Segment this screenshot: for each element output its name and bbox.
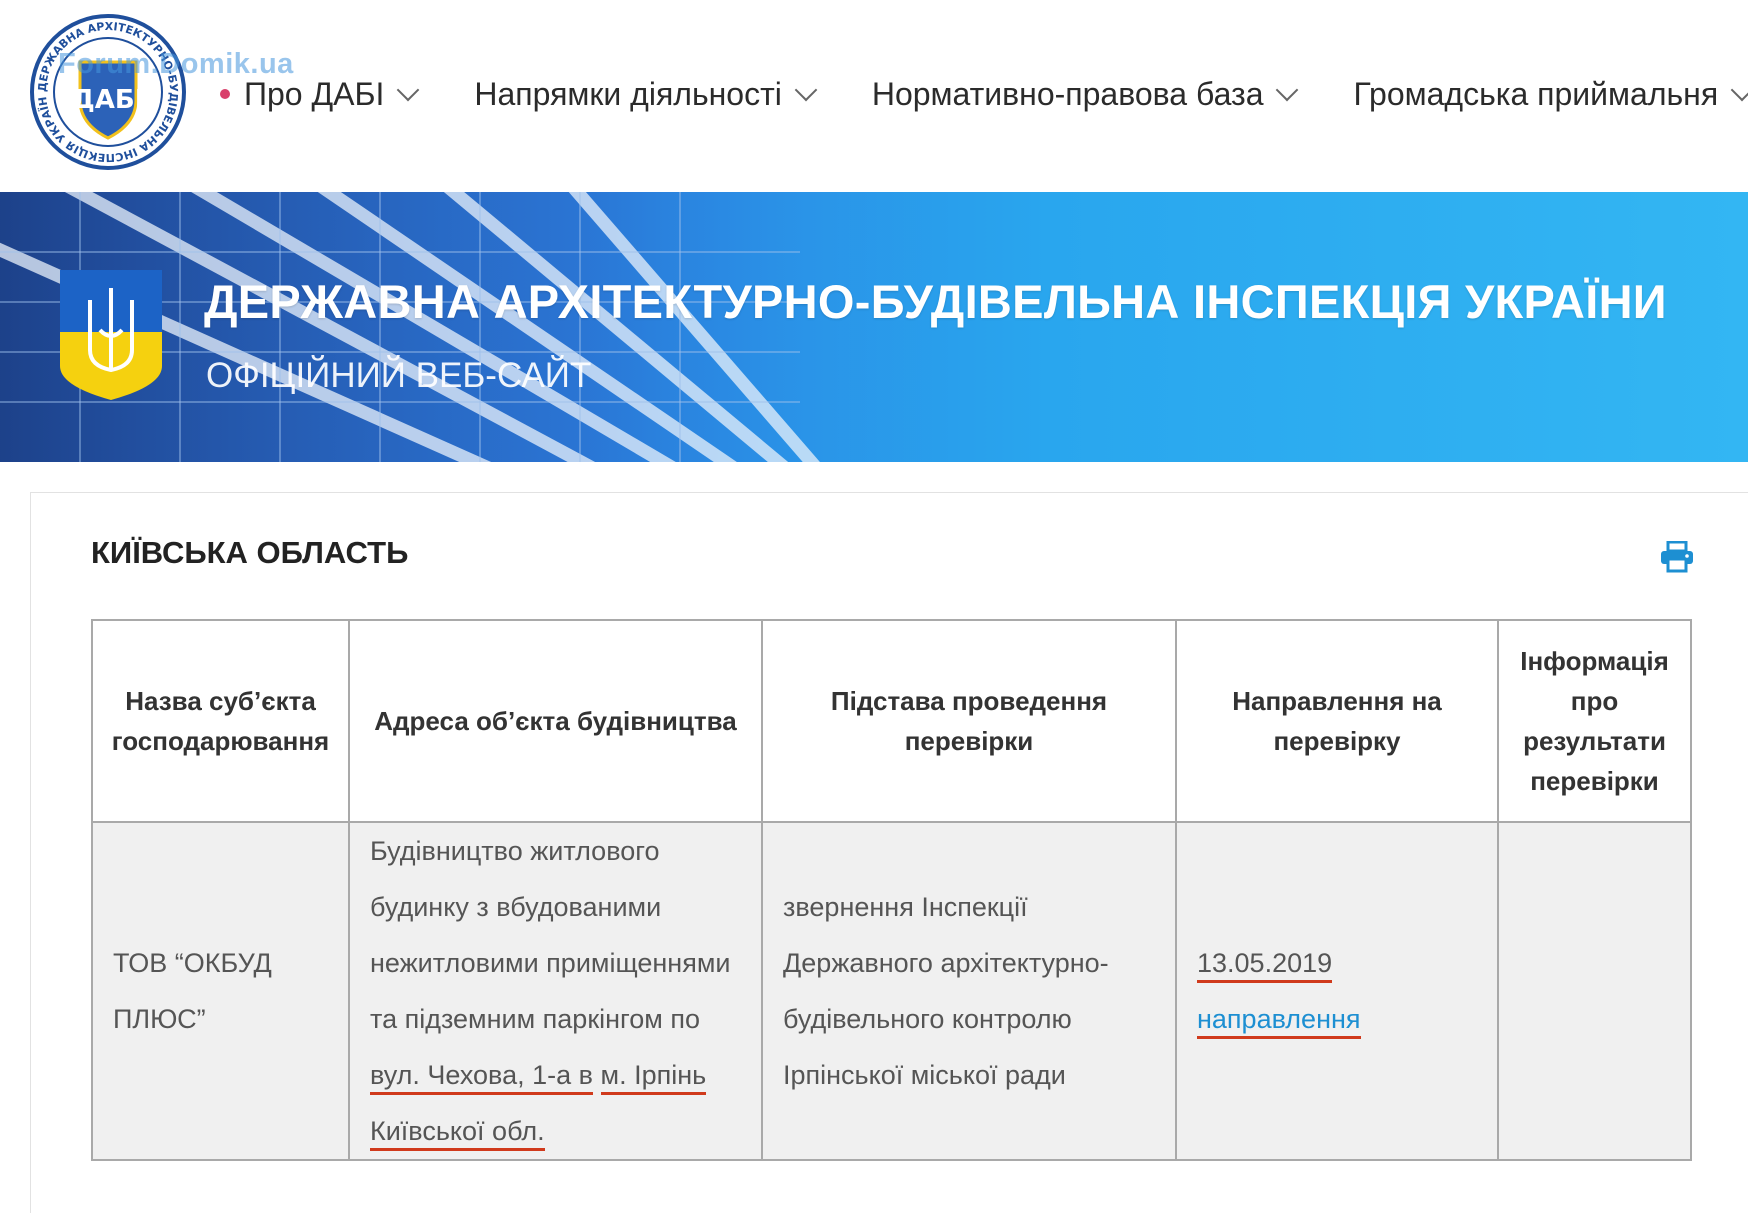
table-row: ТОВ “ОКБУД ПЛЮС” Будівництво житлового б… [91, 821, 1692, 1161]
col-header-basis: Підстава проведення перевірки [761, 619, 1177, 823]
col-header-referral: Направлення на перевірку [1175, 619, 1499, 823]
col-header-subject: Назва суб’єкта господарювання [91, 619, 350, 823]
referral-highlight: 13.05.2019 направлення [1197, 948, 1361, 1039]
nav-item-label: Про ДАБІ [244, 75, 385, 112]
main-content: КИЇВСЬКА ОБЛАСТЬ Назва суб’єкта господар… [30, 492, 1748, 1213]
address-highlight-street: вул. Чехова, 1-а в [370, 1060, 593, 1095]
dabi-seal-icon: ДЕРЖАВНА АРХІТЕКТУРНО-БУДІВЕЛЬНА ІНСПЕКЦ… [28, 12, 186, 170]
nav-item-label: Громадська приймальня [1353, 75, 1719, 112]
site-header: ДЕРЖАВНА АРХІТЕКТУРНО-БУДІВЕЛЬНА ІНСПЕКЦ… [0, 0, 1748, 192]
logo-text: ДАБІ [72, 85, 145, 115]
print-icon[interactable] [1659, 541, 1695, 573]
hero-banner: ДЕРЖАВНА АРХІТЕКТУРНО-БУДІВЕЛЬНА ІНСПЕКЦ… [0, 192, 1748, 462]
inspections-table: Назва суб’єкта господарювання Адреса об’… [91, 619, 1692, 1161]
col-header-address: Адреса об’єкта будівництва [348, 619, 763, 823]
nav-item-public-reception[interactable]: Громадська приймальня [1353, 76, 1748, 113]
region-title: КИЇВСЬКА ОБЛАСТЬ [91, 535, 409, 570]
chevron-down-icon [1730, 78, 1748, 102]
cell-basis: звернення Інспекції Державного архітекту… [761, 821, 1177, 1161]
address-text: Будівництво житлового будинку з вбудован… [370, 836, 731, 1034]
nav-item-label: Напрямки діяльності [474, 75, 782, 112]
cell-results [1497, 821, 1692, 1161]
banner-subtitle: ОФІЦІЙНИЙ ВЕБ-САЙТ [206, 356, 592, 395]
basis-text: звернення Інспекції Державного архітекту… [783, 892, 1109, 1090]
nav-item-legal-base[interactable]: Нормативно-правова база [871, 75, 1299, 113]
referral-date: 13.05.2019 [1197, 948, 1333, 978]
nav-bullet-icon [220, 89, 230, 99]
main-nav: Про ДАБІ Напрямки діяльності Нормативно-… [220, 72, 1748, 116]
referral-link[interactable]: направлення [1197, 1004, 1361, 1034]
table-header-row: Назва суб’єкта господарювання Адреса об’… [91, 619, 1692, 823]
subject-name: ТОВ “ОКБУД ПЛЮС” [113, 948, 272, 1034]
cell-subject: ТОВ “ОКБУД ПЛЮС” [91, 821, 350, 1161]
dabi-logo[interactable]: ДЕРЖАВНА АРХІТЕКТУРНО-БУДІВЕЛЬНА ІНСПЕКЦ… [28, 12, 188, 172]
cell-address: Будівництво житлового будинку з вбудован… [348, 821, 763, 1161]
trident-emblem-icon [60, 270, 162, 400]
nav-item-activities[interactable]: Напрямки діяльності [474, 75, 818, 113]
chevron-down-icon [1276, 78, 1299, 102]
chevron-down-icon [397, 78, 420, 102]
nav-item-about[interactable]: Про ДАБІ [244, 75, 420, 113]
cell-referral: 13.05.2019 направлення [1175, 821, 1499, 1161]
nav-item-label: Нормативно-правова база [871, 75, 1264, 112]
col-header-results: Інформація про результати перевірки [1497, 619, 1692, 823]
chevron-down-icon [794, 78, 818, 102]
banner-title: ДЕРЖАВНА АРХІТЕКТУРНО-БУДІВЕЛЬНА ІНСПЕКЦ… [204, 275, 1667, 328]
